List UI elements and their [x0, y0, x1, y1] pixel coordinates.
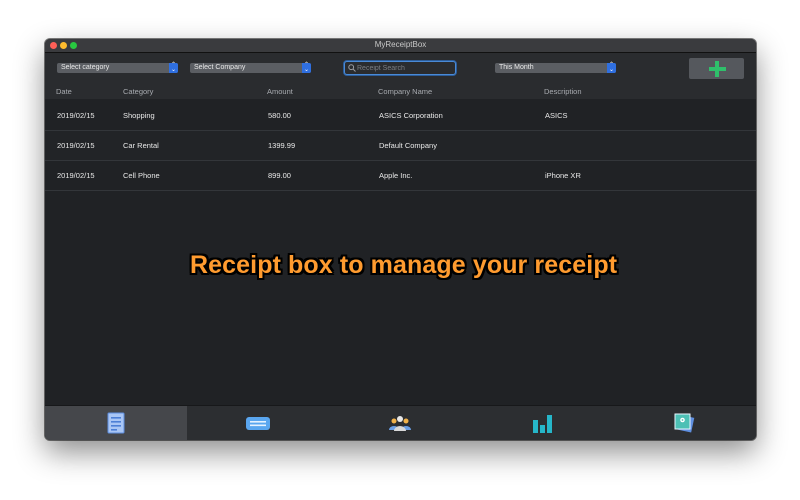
cell-date: 2019/02/15	[57, 171, 95, 180]
header-description[interactable]: Description	[544, 85, 582, 99]
title-bar: MyReceiptBox	[45, 39, 756, 53]
chevron-updown-icon: ⌃ ⌄	[302, 62, 311, 73]
tab-companies[interactable]	[329, 406, 471, 440]
cell-category: Shopping	[123, 111, 155, 120]
table-row[interactable]: 2019/02/15 Shopping 580.00 ASICS Corpora…	[45, 101, 756, 131]
company-select[interactable]: Select Company ⌃ ⌄	[190, 62, 311, 73]
table-header: Date Category Amount Company Name Descri…	[45, 85, 756, 99]
category-select-label: Select category	[61, 64, 110, 71]
cell-company: Apple Inc.	[379, 171, 413, 180]
category-select[interactable]: Select category ⌃ ⌄	[57, 62, 178, 73]
table-row[interactable]: 2019/02/15 Cell Phone 899.00 Apple Inc. …	[45, 161, 756, 191]
search-icon	[348, 64, 356, 72]
cell-description: ASICS	[545, 111, 568, 120]
header-category[interactable]: Category	[123, 85, 153, 99]
cell-date: 2019/02/15	[57, 111, 95, 120]
photo-settings-icon	[674, 413, 695, 433]
cell-category: Cell Phone	[123, 171, 160, 180]
cell-category: Car Rental	[123, 141, 159, 150]
header-company[interactable]: Company Name	[378, 85, 432, 99]
chevron-updown-icon: ⌃ ⌄	[169, 62, 178, 73]
receipt-table: 2019/02/15 Shopping 580.00 ASICS Corpora…	[45, 101, 756, 191]
chevron-updown-icon: ⌃ ⌄	[607, 62, 616, 73]
promo-caption: Receipt box to manage your receipt	[190, 251, 618, 279]
company-select-label: Select Company	[194, 64, 246, 71]
add-receipt-button[interactable]	[689, 58, 744, 79]
period-select-label: This Month	[499, 64, 534, 71]
header-amount[interactable]: Amount	[267, 85, 293, 99]
receipt-icon	[107, 412, 125, 434]
cell-amount: 899.00	[268, 171, 291, 180]
search-field[interactable]	[344, 61, 456, 75]
search-input[interactable]	[357, 63, 452, 73]
table-row[interactable]: 2019/02/15 Car Rental 1399.99 Default Co…	[45, 131, 756, 161]
cell-date: 2019/02/15	[57, 141, 95, 150]
tab-categories[interactable]	[187, 406, 329, 440]
cell-amount: 580.00	[268, 111, 291, 120]
period-select[interactable]: This Month ⌃ ⌄	[495, 62, 616, 73]
header-date[interactable]: Date	[56, 85, 72, 99]
window-title: MyReceiptBox	[374, 40, 427, 49]
tab-receipts[interactable]	[45, 406, 187, 440]
tab-reports[interactable]	[471, 406, 613, 440]
cell-description: iPhone XR	[545, 171, 581, 180]
cell-amount: 1399.99	[268, 141, 296, 150]
bar-chart-icon	[533, 415, 552, 433]
ticket-icon	[246, 417, 270, 430]
cell-company: ASICS Corporation	[379, 111, 443, 120]
tab-settings[interactable]	[613, 406, 755, 440]
app-window: MyReceiptBox Select category ⌃ ⌄ Select C…	[45, 39, 756, 440]
people-icon	[389, 416, 411, 431]
cell-company: Default Company	[379, 141, 437, 150]
bottom-tab-bar	[45, 405, 756, 440]
